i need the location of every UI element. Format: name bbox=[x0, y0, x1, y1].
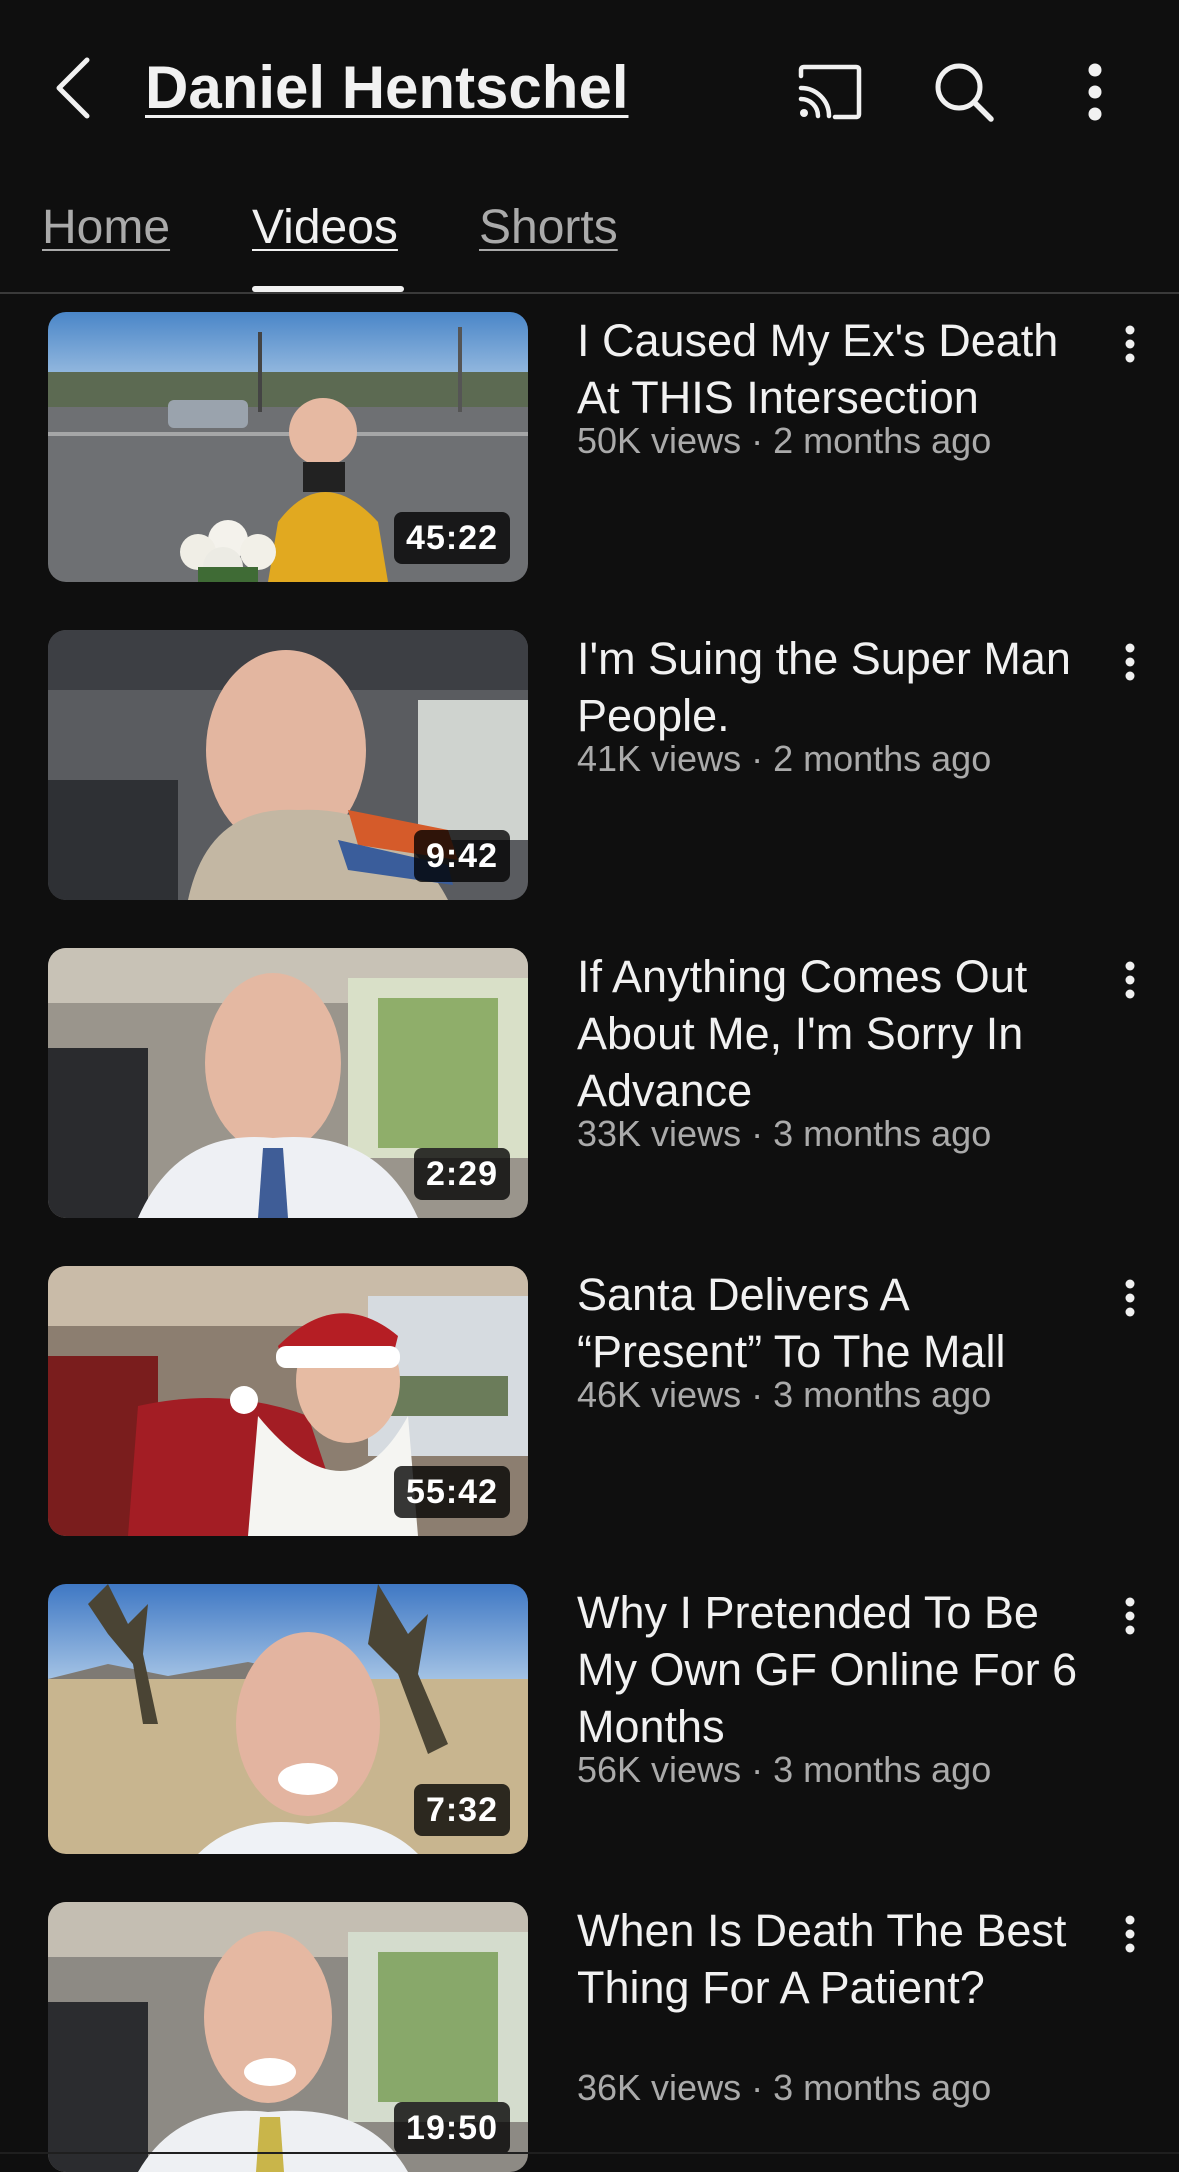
video-title[interactable]: Why I Pretended To Be My Own GF Online F… bbox=[577, 1584, 1097, 1755]
video-title[interactable]: I'm Suing the Super Man People. bbox=[577, 630, 1097, 744]
video-thumbnail[interactable]: 2:29 bbox=[48, 948, 528, 1218]
more-vert-icon bbox=[1125, 1597, 1135, 1635]
duration-badge: 45:22 bbox=[394, 512, 510, 564]
video-thumbnail[interactable]: 9:42 bbox=[48, 630, 528, 900]
video-meta: 56K views · 3 months ago bbox=[577, 1749, 992, 1790]
cast-icon bbox=[798, 64, 862, 120]
more-vert-icon bbox=[1125, 961, 1135, 999]
video-more-button[interactable] bbox=[1110, 1586, 1150, 1646]
video-more-button[interactable] bbox=[1110, 1268, 1150, 1328]
more-vert-icon bbox=[1088, 63, 1102, 121]
duration-badge: 19:50 bbox=[394, 2102, 510, 2154]
search-icon bbox=[935, 63, 994, 122]
back-button[interactable] bbox=[38, 48, 108, 128]
cast-button[interactable] bbox=[790, 52, 870, 132]
video-meta: 50K views · 2 months ago bbox=[577, 420, 992, 461]
tab-videos[interactable]: Videos bbox=[252, 198, 398, 258]
video-title[interactable]: When Is Death The Best Thing For A Patie… bbox=[577, 1902, 1097, 2016]
duration-badge: 2:29 bbox=[413, 1148, 510, 1200]
video-more-button[interactable] bbox=[1110, 1904, 1150, 1964]
active-tab-indicator bbox=[252, 286, 404, 292]
duration-badge: 7:32 bbox=[413, 1784, 510, 1836]
video-meta: 33K views · 3 months ago bbox=[577, 1113, 992, 1154]
video-more-button[interactable] bbox=[1110, 314, 1150, 374]
video-thumbnail[interactable]: 55:42 bbox=[48, 1266, 528, 1536]
more-options-button[interactable] bbox=[1055, 52, 1135, 132]
channel-tabs: Home Videos Shorts bbox=[0, 176, 1179, 294]
video-more-button[interactable] bbox=[1110, 950, 1150, 1010]
video-title[interactable]: I Caused My Ex's Death At THIS Intersect… bbox=[577, 312, 1097, 426]
video-item[interactable]: 45:22 I Caused My Ex's Death At THIS Int… bbox=[0, 312, 1179, 582]
video-item[interactable]: 2:29 If Anything Comes Out About Me, I'm… bbox=[0, 948, 1179, 1218]
tab-shorts[interactable]: Shorts bbox=[479, 198, 618, 258]
video-more-button[interactable] bbox=[1110, 632, 1150, 692]
video-title[interactable]: Santa Delivers A “Present” To The Mall bbox=[577, 1266, 1097, 1380]
duration-badge: 55:42 bbox=[394, 1466, 510, 1518]
video-item[interactable]: 7:32 Why I Pretended To Be My Own GF Onl… bbox=[0, 1584, 1179, 1854]
duration-badge: 9:42 bbox=[413, 830, 510, 882]
video-item[interactable]: 9:42 I'm Suing the Super Man People. 41K… bbox=[0, 630, 1179, 900]
video-meta: 41K views · 2 months ago bbox=[577, 738, 992, 779]
more-vert-icon bbox=[1125, 643, 1135, 681]
video-meta: 46K views · 3 months ago bbox=[577, 1374, 992, 1415]
bottom-divider bbox=[0, 2152, 1179, 2154]
tab-home[interactable]: Home bbox=[42, 198, 170, 258]
video-thumbnail[interactable]: 19:50 bbox=[48, 1902, 528, 2172]
more-vert-icon bbox=[1125, 1915, 1135, 1953]
back-arrow-icon bbox=[56, 57, 90, 119]
video-item[interactable]: 55:42 Santa Delivers A “Present” To The … bbox=[0, 1266, 1179, 1536]
video-thumbnail[interactable]: 45:22 bbox=[48, 312, 528, 582]
more-vert-icon bbox=[1125, 1279, 1135, 1317]
video-item[interactable]: 19:50 When Is Death The Best Thing For A… bbox=[0, 1902, 1179, 2172]
app-header: Daniel Hentschel bbox=[0, 0, 1179, 176]
channel-name[interactable]: Daniel Hentschel bbox=[145, 50, 629, 126]
video-thumbnail[interactable]: 7:32 bbox=[48, 1584, 528, 1854]
search-button[interactable] bbox=[924, 52, 1004, 132]
video-title[interactable]: If Anything Comes Out About Me, I'm Sorr… bbox=[577, 948, 1097, 1119]
more-vert-icon bbox=[1125, 325, 1135, 363]
video-meta: 36K views · 3 months ago bbox=[577, 2067, 992, 2108]
